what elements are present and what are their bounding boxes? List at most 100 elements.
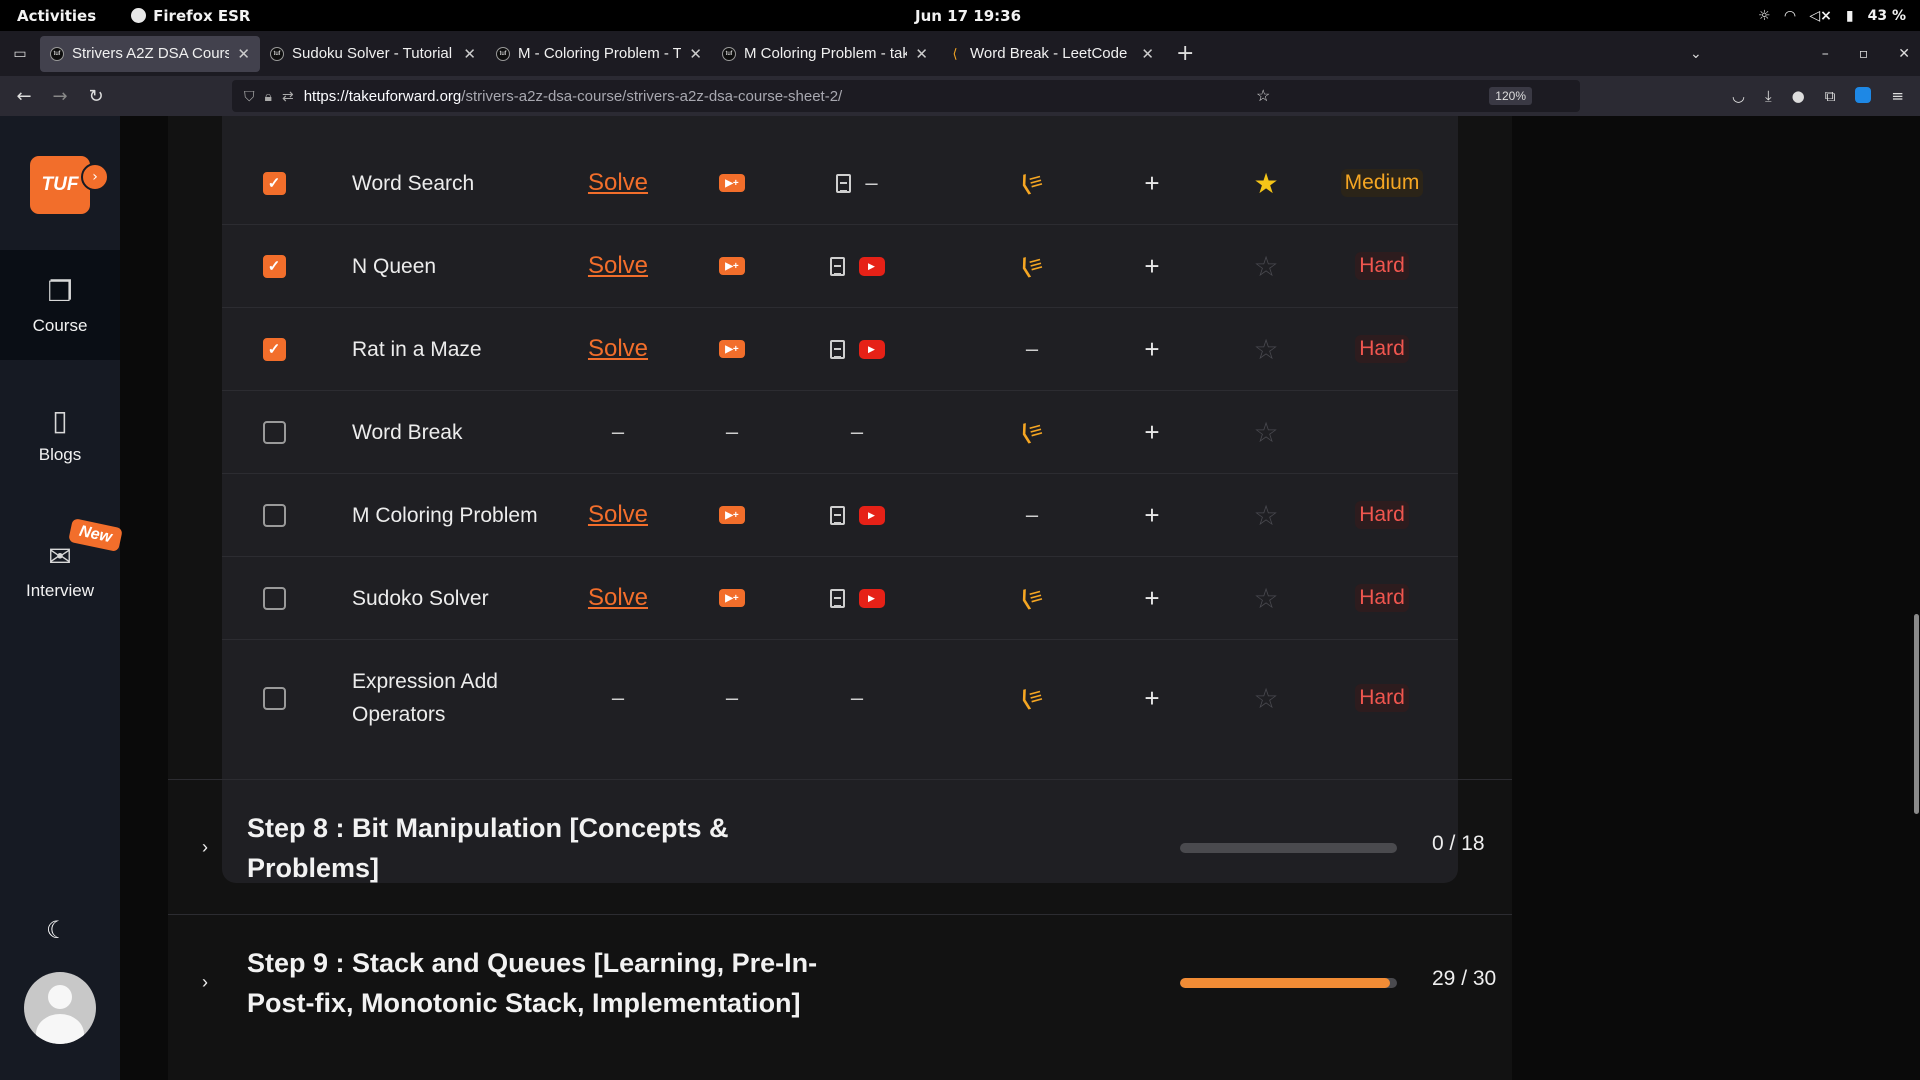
minimize-icon[interactable]: – xyxy=(1822,46,1829,62)
tab-m-coloring-tutorial[interactable]: tuf M - Coloring Problem - Tu ✕ xyxy=(486,36,712,72)
add-note-icon[interactable]: + xyxy=(1132,308,1172,390)
add-note-icon[interactable]: + xyxy=(1132,391,1172,473)
chevron-right-icon[interactable]: › xyxy=(202,915,208,1049)
close-tab-icon[interactable]: ✕ xyxy=(689,45,702,63)
status-checkbox[interactable] xyxy=(262,503,286,527)
account-icon[interactable]: ● xyxy=(1792,87,1805,105)
practice-icon[interactable]: ▶+ xyxy=(719,506,745,524)
add-note-icon[interactable]: + xyxy=(1132,225,1172,307)
extension-icon[interactable] xyxy=(1855,87,1872,103)
step-title[interactable]: Step 8 : Bit Manipulation [Concepts & Pr… xyxy=(247,808,847,888)
close-tab-icon[interactable]: ✕ xyxy=(915,45,928,63)
revision-star-icon[interactable]: ☆ xyxy=(1246,474,1286,556)
revision-star-icon[interactable]: ☆ xyxy=(1246,557,1286,639)
sidebar-item-interview[interactable]: ✉ Interview xyxy=(0,540,120,601)
tab-word-break[interactable]: ⟨ Word Break - LeetCode ✕ xyxy=(938,36,1164,72)
system-tray[interactable]: ☼ ◠ ◁× ▮ 43 % xyxy=(1758,8,1906,24)
solve-link[interactable]: Solve xyxy=(568,557,668,639)
status-checkbox[interactable]: ✓ xyxy=(262,171,286,195)
tab-sudoku[interactable]: tuf Sudoku Solver - Tutorial ✕ xyxy=(260,36,486,72)
article-icon[interactable] xyxy=(829,505,845,525)
lock-icon[interactable]: 🔒︎ xyxy=(265,88,272,105)
reload-icon[interactable]: ↻ xyxy=(78,86,114,107)
tab-m-coloring[interactable]: tuf M Coloring Problem - tak ✕ xyxy=(712,36,938,72)
step-8-accordion[interactable]: › Step 8 : Bit Manipulation [Concepts & … xyxy=(168,779,1512,914)
problem-name[interactable]: M Coloring Problem xyxy=(352,474,572,556)
revision-star-icon[interactable]: ☆ xyxy=(1246,640,1286,756)
clock[interactable]: Jun 17 19:36 xyxy=(915,7,1021,25)
youtube-icon[interactable]: ▶ xyxy=(858,505,885,525)
maximize-icon[interactable]: ▫ xyxy=(1859,46,1869,62)
close-window-icon[interactable]: ✕ xyxy=(1898,46,1910,62)
solve-link[interactable]: Solve xyxy=(568,142,668,224)
scrollbar-thumb[interactable] xyxy=(1914,614,1919,814)
tuf-logo[interactable]: TUF xyxy=(30,156,90,214)
permissions-icon[interactable]: ⇄ xyxy=(282,88,294,105)
leetcode-icon[interactable]: ⟨≡ xyxy=(1018,583,1045,614)
back-icon[interactable]: ← xyxy=(6,86,42,107)
status-checkbox[interactable]: ✓ xyxy=(262,254,286,278)
article-icon[interactable] xyxy=(836,173,852,193)
page-scrollbar[interactable] xyxy=(1912,116,1920,1080)
bookmark-star-icon[interactable]: ☆ xyxy=(1256,86,1296,106)
article-icon[interactable] xyxy=(829,339,845,359)
solve-link[interactable]: Solve xyxy=(568,225,668,307)
shield-icon[interactable]: ⛉ xyxy=(244,88,255,105)
step-9-accordion[interactable]: › Step 9 : Stack and Queues [Learning, P… xyxy=(168,914,1512,1049)
practice-icon[interactable]: ▶+ xyxy=(719,340,745,358)
status-checkbox[interactable] xyxy=(262,686,286,710)
menu-icon[interactable]: ≡ xyxy=(1891,87,1904,105)
activities-button[interactable]: Activities xyxy=(17,7,96,25)
tab-overflow-chevron-icon[interactable]: ⌄ xyxy=(1690,46,1702,62)
add-note-icon[interactable]: + xyxy=(1132,557,1172,639)
step-title[interactable]: Step 9 : Stack and Queues [Learning, Pre… xyxy=(247,943,847,1023)
close-tab-icon[interactable]: ✕ xyxy=(463,45,476,63)
expand-sidebar-icon[interactable]: › xyxy=(81,163,109,191)
forward-icon[interactable]: → xyxy=(42,86,78,107)
url-bar[interactable]: ⛉ 🔒︎ ⇄ https://takeuforward.org/strivers… xyxy=(232,80,1580,112)
extensions-icon[interactable]: ⧉ xyxy=(1825,87,1836,105)
youtube-icon[interactable]: ▶ xyxy=(858,256,885,276)
revision-star-icon[interactable]: ☆ xyxy=(1246,308,1286,390)
revision-star-icon[interactable]: ☆ xyxy=(1246,391,1286,473)
app-menu[interactable]: Firefox ESR xyxy=(131,7,250,25)
zoom-level[interactable]: 120% xyxy=(1489,87,1532,105)
leetcode-icon[interactable]: ⟨≡ xyxy=(1018,417,1045,448)
close-tab-icon[interactable]: ✕ xyxy=(1141,45,1154,63)
problem-name[interactable]: Word Search xyxy=(352,142,572,224)
revision-star-icon[interactable]: ★ xyxy=(1246,142,1286,224)
leetcode-icon[interactable]: ⟨≡ xyxy=(1018,251,1045,282)
dark-mode-toggle-icon[interactable]: ☾ xyxy=(46,916,68,944)
tab-strivers[interactable]: tuf Strivers A2Z DSA Course/ ✕ xyxy=(40,35,260,72)
download-icon[interactable]: ⤓ xyxy=(1765,87,1772,105)
chevron-right-icon[interactable]: › xyxy=(202,780,208,914)
close-tab-icon[interactable]: ✕ xyxy=(237,45,250,63)
problem-name[interactable]: Word Break xyxy=(352,391,572,473)
article-icon[interactable] xyxy=(829,256,845,276)
problem-name[interactable]: Rat in a Maze xyxy=(352,308,572,390)
problem-name[interactable]: Expression Add Operators xyxy=(352,640,572,756)
practice-icon[interactable]: ▶+ xyxy=(719,257,745,275)
practice-icon[interactable]: ▶+ xyxy=(719,589,745,607)
status-checkbox[interactable]: ✓ xyxy=(262,337,286,361)
status-checkbox[interactable] xyxy=(262,420,286,444)
leetcode-icon[interactable]: ⟨≡ xyxy=(1018,683,1045,714)
solve-link[interactable]: Solve xyxy=(568,308,668,390)
add-note-icon[interactable]: + xyxy=(1132,142,1172,224)
article-icon[interactable] xyxy=(829,588,845,608)
pocket-icon[interactable]: ◡ xyxy=(1732,87,1745,105)
revision-star-icon[interactable]: ☆ xyxy=(1246,225,1286,307)
leetcode-icon[interactable]: ⟨≡ xyxy=(1018,168,1045,199)
new-tab-button[interactable]: + xyxy=(1176,41,1194,66)
sidebar-item-blogs[interactable]: ▯ Blogs xyxy=(0,404,120,465)
youtube-icon[interactable]: ▶ xyxy=(858,588,885,608)
problem-name[interactable]: N Queen xyxy=(352,225,572,307)
avatar[interactable] xyxy=(24,972,96,1044)
practice-icon[interactable]: ▶+ xyxy=(719,174,745,192)
solve-link[interactable]: Solve xyxy=(568,474,668,556)
youtube-icon[interactable]: ▶ xyxy=(858,339,885,359)
add-note-icon[interactable]: + xyxy=(1132,474,1172,556)
list-all-tabs-icon[interactable]: ▭ xyxy=(0,46,40,62)
problem-name[interactable]: Sudoko Solver xyxy=(352,557,572,639)
status-checkbox[interactable] xyxy=(262,586,286,610)
